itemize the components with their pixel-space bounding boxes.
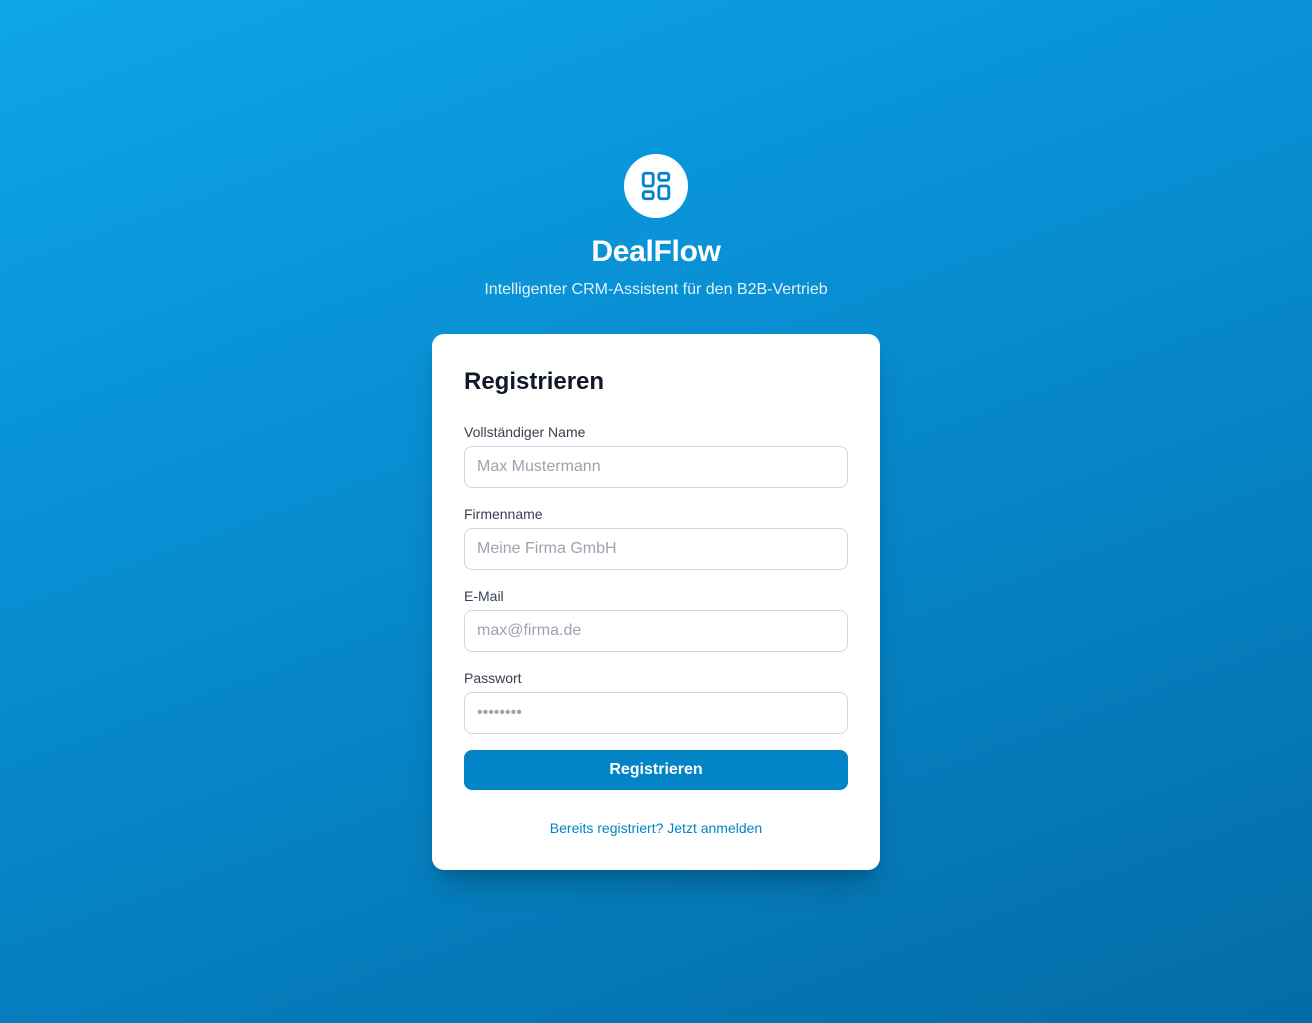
login-link-container: Bereits registriert? Jetzt anmelden <box>464 818 848 838</box>
email-input[interactable] <box>464 610 848 652</box>
form-title: Registrieren <box>464 368 605 395</box>
tagline: Intelligenter CRM-Assistent für den B2B-… <box>484 281 828 298</box>
logo <box>624 154 688 218</box>
name-input[interactable] <box>464 446 848 488</box>
company-label: Firmenname <box>464 506 543 522</box>
password-input[interactable] <box>464 692 848 734</box>
company-input[interactable] <box>464 528 848 570</box>
login-link[interactable]: Bereits registriert? Jetzt anmelden <box>550 820 762 836</box>
name-label: Vollständiger Name <box>464 424 586 440</box>
password-field-group: Passwort <box>464 668 848 734</box>
email-field-group: E-Mail <box>464 586 848 652</box>
email-label: E-Mail <box>464 588 504 604</box>
register-card: Registrieren Vollständiger Name Firmenna… <box>432 334 880 870</box>
name-field-group: Vollständiger Name <box>464 422 848 488</box>
password-label: Passwort <box>464 670 522 686</box>
company-field-group: Firmenname <box>464 504 848 570</box>
dashboard-grid-icon <box>641 171 671 201</box>
app-name: DealFlow <box>591 235 721 268</box>
register-button[interactable]: Registrieren <box>464 750 848 790</box>
brand-header: DealFlow Intelligenter CRM-Assistent für… <box>0 154 1312 302</box>
